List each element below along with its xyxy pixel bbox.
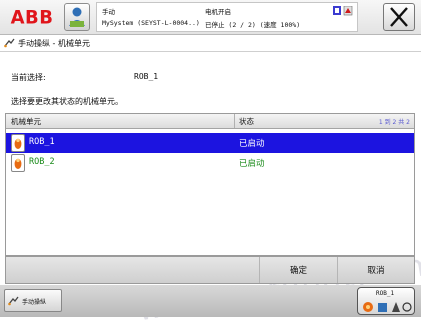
column-divider — [234, 114, 235, 128]
robot-icon — [11, 154, 25, 172]
taskbar-jogging-button[interactable]: 手动操纵 — [4, 289, 62, 312]
quickset-label: ROB_1 — [376, 290, 395, 297]
top-bar: ABB 手动 MySystem (SEYST-L-0004..) 电机开启 已停… — [0, 0, 421, 35]
cancel-button[interactable]: 取消 — [337, 257, 414, 283]
instruction-text: 选择要更改其状态的机械单元。 — [11, 97, 123, 106]
robot-icon — [11, 134, 25, 152]
flexpendant-window: ABB 手动 MySystem (SEYST-L-0004..) 电机开启 已停… — [0, 0, 421, 328]
user-button[interactable] — [64, 3, 90, 31]
row-unit-name: ROB_1 — [29, 137, 55, 147]
ok-button[interactable]: 确定 — [259, 257, 337, 283]
jog-icon — [4, 38, 15, 48]
window-title-row: 手动操纵 - 机械单元 — [0, 35, 421, 52]
taskbar-jogging-label: 手动操纵 — [22, 299, 47, 306]
quickset-icons — [363, 302, 412, 312]
current-selection-label: 当前选择: — [11, 73, 46, 82]
window-title: 手动操纵 - 机械单元 — [18, 39, 90, 48]
action-bar: 确定 取消 — [5, 256, 415, 284]
quickset-button[interactable]: ROB_1 — [357, 287, 415, 315]
system-name: MySystem (SEYST-L-0004..) — [102, 19, 200, 27]
operating-mode: 手动 — [102, 8, 115, 16]
table-row[interactable]: ROB_1 已启动 — [6, 133, 414, 154]
current-selection-value: ROB_1 — [134, 72, 159, 81]
row-unit-name: ROB_2 — [29, 157, 55, 167]
table-row[interactable]: ROB_2 已启动 — [6, 153, 414, 174]
status-icons — [333, 6, 353, 16]
close-button[interactable] — [383, 3, 415, 31]
abb-logo[interactable]: ABB — [4, 5, 60, 29]
user-icon — [69, 7, 85, 27]
status-bar[interactable]: 手动 MySystem (SEYST-L-0004..) 电机开启 已停止 (2… — [96, 2, 358, 32]
close-icon — [390, 7, 408, 27]
column-header-state: 状态 — [239, 117, 254, 126]
column-header-unit: 机械单元 — [11, 117, 41, 126]
motor-status: 电机开启 — [205, 8, 231, 16]
taskbar: 手动操纵 ROB_1 — [0, 285, 421, 317]
row-unit-state: 已启动 — [239, 159, 265, 169]
mechanical-unit-table: 机械单元 状态 1 到 2 共 2 ROB_1 已启动 ROB_2 已启动 ww… — [5, 113, 421, 328]
table-header: 机械单元 状态 1 到 2 共 2 — [6, 114, 414, 129]
program-state: 已停止 (2 / 2) (速度 100%) — [205, 21, 301, 29]
jog-icon — [8, 296, 19, 306]
page-info: 1 到 2 共 2 — [378, 119, 410, 126]
row-unit-state: 已启动 — [239, 139, 265, 149]
